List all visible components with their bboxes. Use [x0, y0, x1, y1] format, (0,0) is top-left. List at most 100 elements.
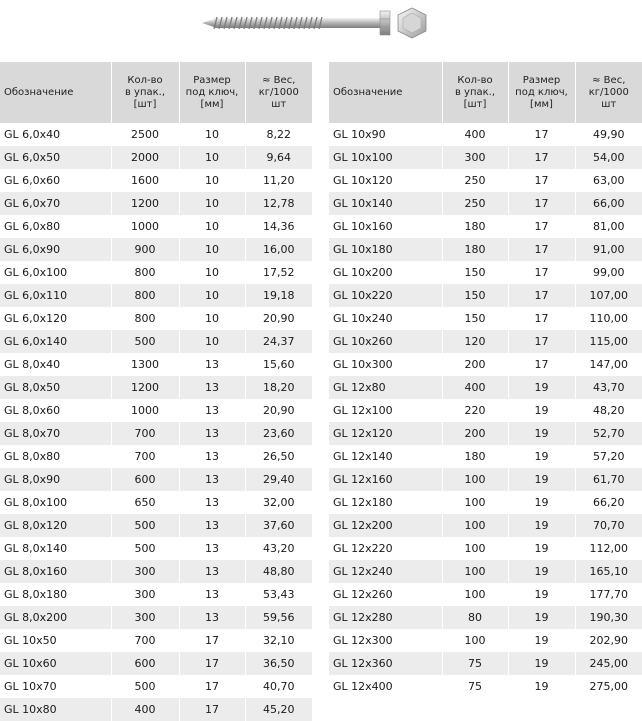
cell-qty: 2500 [111, 123, 180, 146]
cell-designation: GL 8,0x40 [0, 353, 112, 376]
cell-designation: GL 6,0x40 [0, 123, 112, 146]
cell-key-size: 13 [179, 445, 246, 468]
cell-designation: GL 8,0x50 [0, 376, 112, 399]
cell-designation: GL 6,0x90 [0, 238, 112, 261]
cell-designation: GL 8,0x70 [0, 422, 112, 445]
cell-weight: 66,20 [593, 496, 625, 509]
cell-qty: 150 [442, 261, 509, 284]
cell-key-size: 17 [179, 675, 246, 698]
spec-table-left: Обозначение Кол-во в упак., [шт] Размер под… [0, 62, 312, 721]
table-row: GL 10x70 500 17 40,70 [0, 675, 312, 698]
cell-key-size: 10 [179, 192, 246, 215]
cell-key-size: 17 [508, 123, 576, 146]
cell-qty: 1300 [111, 353, 180, 376]
header-designation: Обозначение [329, 62, 443, 123]
cell-qty: 100 [442, 629, 509, 652]
table-row: GL 10x80 400 17 45,20 [0, 698, 312, 721]
cell-designation: GL 10x260 [329, 330, 443, 353]
cell-designation: GL 10x70 [0, 675, 112, 698]
cell-key-size: 13 [179, 560, 246, 583]
table-row: GL 8,0x180 300 13 53,43 [0, 583, 312, 606]
cell-key-size: 19 [508, 468, 576, 491]
cell-designation: GL 12x300 [329, 629, 443, 652]
table-row: GL 10x160 180 17 81,00 [329, 215, 642, 238]
cell-qty: 250 [442, 169, 509, 192]
cell-designation: GL 8,0x100 [0, 491, 112, 514]
cell-qty: 180 [442, 238, 509, 261]
table-row: GL 8,0x40 1300 13 15,60 [0, 353, 312, 376]
cell-key-size: 13 [179, 514, 246, 537]
table-row: GL 6,0x80 1000 10 14,36 [0, 215, 312, 238]
cell-designation: GL 6,0x80 [0, 215, 112, 238]
table-row: GL 10x90 400 17 49,90 [329, 123, 642, 146]
cell-key-size: 13 [179, 376, 246, 399]
cell-weight: 245,00 [575, 652, 642, 675]
cell-designation: GL 12x100 [329, 399, 443, 422]
cell-weight: 8,22 [266, 128, 292, 141]
table-row: GL 6,0x110 800 10 19,18 [0, 284, 312, 307]
cell-designation: GL 8,0x180 [0, 583, 112, 606]
cell-weight: 37,60 [245, 514, 312, 537]
table-row: GL 8,0x90 600 13 29,40 [0, 468, 312, 491]
cell-qty: 800 [111, 261, 180, 284]
cell-key-size: 10 [179, 284, 246, 307]
cell-weight: 17,52 [263, 266, 295, 279]
table-row: GL 12x140 180 19 57,20 [329, 445, 642, 468]
table-row: GL 6,0x60 1600 10 11,20 [0, 169, 312, 192]
cell-key-size: 17 [508, 215, 576, 238]
cell-qty: 400 [111, 698, 180, 721]
table-row: GL 10x180 180 17 91,00 [329, 238, 642, 261]
cell-weight: 52,70 [575, 422, 642, 445]
cell-weight: 20,90 [263, 404, 295, 417]
cell-designation: GL 12x180 [329, 491, 443, 514]
cell-qty: 1000 [111, 215, 180, 238]
table-row: GL 12x280 80 19 190,30 [329, 606, 642, 629]
cell-designation: GL 8,0x140 [0, 537, 112, 560]
cell-weight: 29,40 [245, 468, 312, 491]
cell-key-size: 17 [508, 146, 576, 169]
cell-weight: 12,78 [245, 192, 312, 215]
cell-qty: 1000 [111, 399, 180, 422]
table-row: GL 10x260 120 17 115,00 [329, 330, 642, 353]
table-row: GL 12x360 75 19 245,00 [329, 652, 642, 675]
cell-weight: 40,70 [263, 680, 295, 693]
cell-key-size: 19 [508, 422, 576, 445]
header-qty: Кол-во в упак., [шт] [442, 62, 509, 123]
cell-qty: 220 [442, 399, 509, 422]
cell-qty: 1200 [111, 376, 180, 399]
table-row: GL 8,0x160 300 13 48,80 [0, 560, 312, 583]
cell-weight: 14,36 [263, 220, 295, 233]
table-row: GL 8,0x140 500 13 43,20 [0, 537, 312, 560]
header-designation: Обозначение [0, 62, 112, 123]
cell-weight: 19,18 [245, 284, 312, 307]
cell-key-size: 10 [179, 169, 246, 192]
table-row: GL 10x300 200 17 147,00 [329, 353, 642, 376]
table-row: GL 6,0x90 900 10 16,00 [0, 238, 312, 261]
cell-qty: 500 [111, 537, 180, 560]
cell-key-size: 13 [179, 353, 246, 376]
cell-key-size: 13 [179, 399, 246, 422]
cell-qty: 75 [442, 675, 509, 698]
cell-weight: 54,00 [575, 146, 642, 169]
cell-key-size: 13 [179, 491, 246, 514]
cell-key-size: 19 [508, 376, 576, 399]
cell-key-size: 19 [508, 606, 576, 629]
header-weight: ≈ Вес, кг/1000 шт [575, 62, 642, 123]
cell-qty: 700 [111, 629, 180, 652]
cell-qty: 400 [442, 376, 509, 399]
cell-designation: GL 12x280 [329, 606, 443, 629]
cell-weight: 177,70 [589, 588, 629, 601]
cell-key-size: 17 [179, 629, 246, 652]
cell-qty: 300 [442, 146, 509, 169]
cell-weight: 32,00 [263, 496, 295, 509]
cell-designation: GL 12x240 [329, 560, 443, 583]
cell-weight: 43,20 [263, 542, 295, 555]
cell-weight: 23,60 [245, 422, 312, 445]
cell-weight: 32,10 [263, 634, 295, 647]
cell-weight: 18,20 [245, 376, 312, 399]
cell-key-size: 10 [179, 146, 246, 169]
header-key-size: Размер под ключ, [мм] [508, 62, 576, 123]
cell-key-size: 13 [179, 583, 246, 606]
table-row: GL 8,0x80 700 13 26,50 [0, 445, 312, 468]
cell-weight: 57,20 [593, 450, 625, 463]
